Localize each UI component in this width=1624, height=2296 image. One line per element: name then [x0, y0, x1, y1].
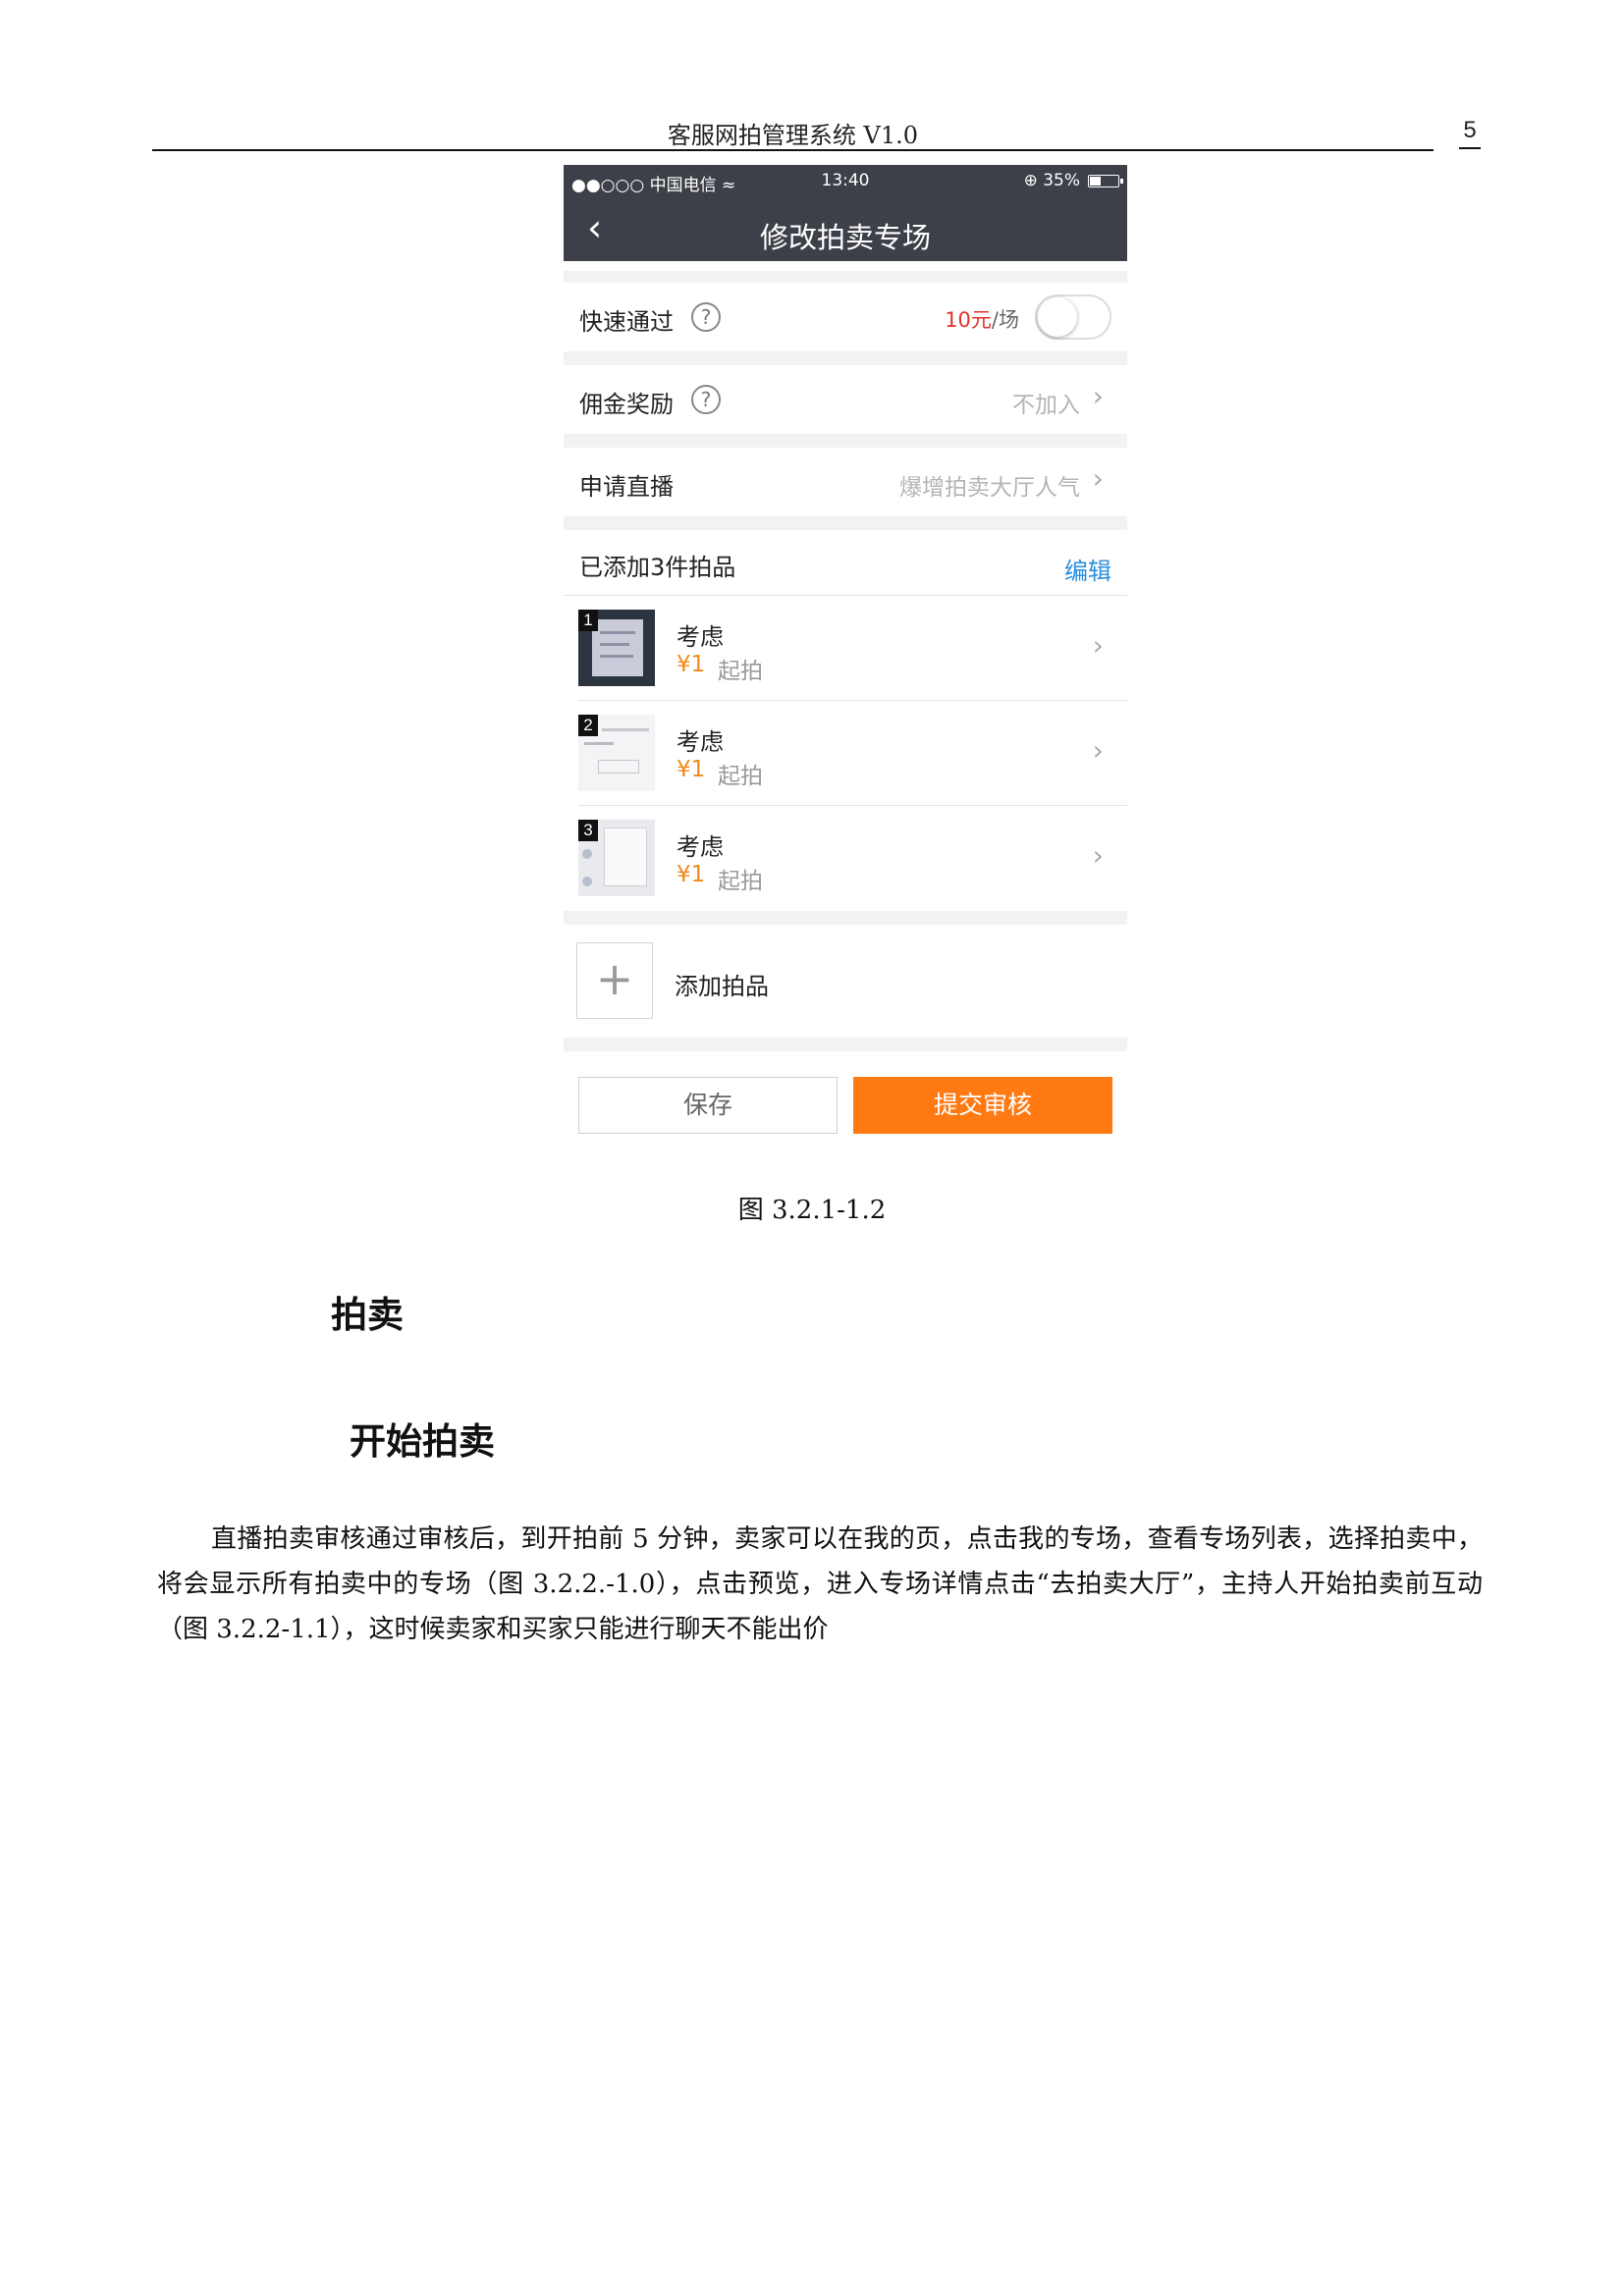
- thumb-line: [602, 728, 649, 731]
- fast-pass-toggle[interactable]: [1035, 294, 1111, 340]
- item-price: ¥1: [677, 862, 706, 887]
- header-title: 客服网拍管理系统 V1.0: [667, 122, 919, 149]
- item-index: 2: [578, 715, 598, 736]
- item-name: 考虑: [677, 728, 724, 756]
- thumb-line: [584, 742, 614, 745]
- thumb-line: [600, 655, 633, 658]
- battery-icon: [1088, 175, 1123, 187]
- commission-value: 不加入: [1012, 393, 1080, 418]
- section-heading: 拍卖: [331, 1294, 404, 1336]
- item-thumbnail: 1: [578, 610, 655, 686]
- item-name: 考虑: [677, 833, 724, 861]
- live-row[interactable]: 申请直播 爆增拍卖大厅人气 ›: [564, 448, 1127, 516]
- thumb-line: [600, 631, 635, 634]
- chevron-right-icon: ›: [1092, 839, 1104, 872]
- item-start-label: 起拍: [718, 659, 763, 684]
- fast-pass-price: 10元: [945, 308, 992, 332]
- commission-label: 佣金奖励: [579, 391, 674, 418]
- document-header: 客服网拍管理系统 V1.0: [152, 116, 1434, 151]
- save-button[interactable]: 保存: [578, 1077, 838, 1134]
- chevron-right-icon: ›: [1092, 380, 1104, 412]
- fast-pass-label: 快速通过: [579, 308, 674, 336]
- body-paragraph: 直播拍卖审核通过审核后，到开拍前 5 分钟，卖家可以在我的页，点击我的专场，查看…: [157, 1524, 1483, 1644]
- items-count-label: 已添加3件拍品: [579, 554, 736, 581]
- thumb-box: [598, 760, 639, 774]
- items-header: 已添加3件拍品 编辑: [564, 530, 1127, 596]
- thumb-avatar: [582, 877, 592, 886]
- plus-icon[interactable]: +: [576, 942, 653, 1019]
- fast-pass-fee: 10元/场: [945, 304, 1019, 334]
- item-price: ¥1: [677, 652, 706, 677]
- add-item-row[interactable]: + 添加拍品: [564, 925, 1127, 1038]
- add-item-label: 添加拍品: [675, 973, 769, 1000]
- item-thumbnail: 3: [578, 820, 655, 896]
- item-index: 1: [578, 610, 598, 631]
- item-thumbnail: 2: [578, 715, 655, 791]
- nav-title: 修改拍卖专场: [759, 221, 931, 254]
- item-start-label: 起拍: [718, 869, 763, 894]
- item-index: 3: [578, 820, 598, 841]
- submit-review-button[interactable]: 提交审核: [853, 1077, 1112, 1134]
- toggle-knob: [1038, 297, 1077, 337]
- live-label: 申请直播: [579, 473, 674, 501]
- scrolled-row: [564, 261, 1127, 271]
- figure-caption: 图 3.2.1-1.2: [737, 1196, 887, 1225]
- subsection-heading: 开始拍卖: [350, 1420, 495, 1463]
- commission-row[interactable]: 佣金奖励 ? 不加入 ›: [564, 365, 1127, 434]
- thumb-line: [600, 643, 629, 646]
- item-price: ¥1: [677, 757, 706, 782]
- thumb-card: [604, 828, 647, 886]
- chevron-right-icon: ›: [1092, 629, 1104, 662]
- status-bar: ●●○○○ 中国电信 ≈ 13:40 ⊕ 35%: [564, 165, 1127, 198]
- live-value: 爆增拍卖大厅人气: [899, 475, 1080, 501]
- help-icon[interactable]: ?: [691, 302, 721, 332]
- chevron-right-icon: ›: [1092, 462, 1104, 495]
- nav-bar: ‹ 修改拍卖专场: [564, 198, 1127, 261]
- thumb-avatar: [582, 849, 592, 859]
- auction-item[interactable]: 1 考虑 ¥1 起拍 ›: [564, 596, 1127, 701]
- battery-percent: ⊕ 35%: [1023, 171, 1080, 190]
- item-start-label: 起拍: [718, 764, 763, 789]
- auction-item[interactable]: 3 考虑 ¥1 起拍 ›: [564, 806, 1127, 911]
- item-name: 考虑: [677, 623, 724, 651]
- fast-pass-unit: /场: [991, 308, 1019, 332]
- battery-fill: [1090, 177, 1101, 186]
- header-rule: [152, 149, 1434, 151]
- phone-screenshot: ●●○○○ 中国电信 ≈ 13:40 ⊕ 35% ‹ 修改拍卖专场 快速通过 ?…: [564, 165, 1127, 1149]
- chevron-right-icon: ›: [1092, 734, 1104, 767]
- edit-link[interactable]: 编辑: [1064, 552, 1111, 586]
- page-number: 5: [1459, 116, 1481, 149]
- thumb-screen: [592, 619, 643, 676]
- help-icon[interactable]: ?: [691, 385, 721, 414]
- auction-item[interactable]: 2 考虑 ¥1 起拍 ›: [564, 701, 1127, 806]
- fast-pass-row: 快速通过 ? 10元/场: [564, 283, 1127, 351]
